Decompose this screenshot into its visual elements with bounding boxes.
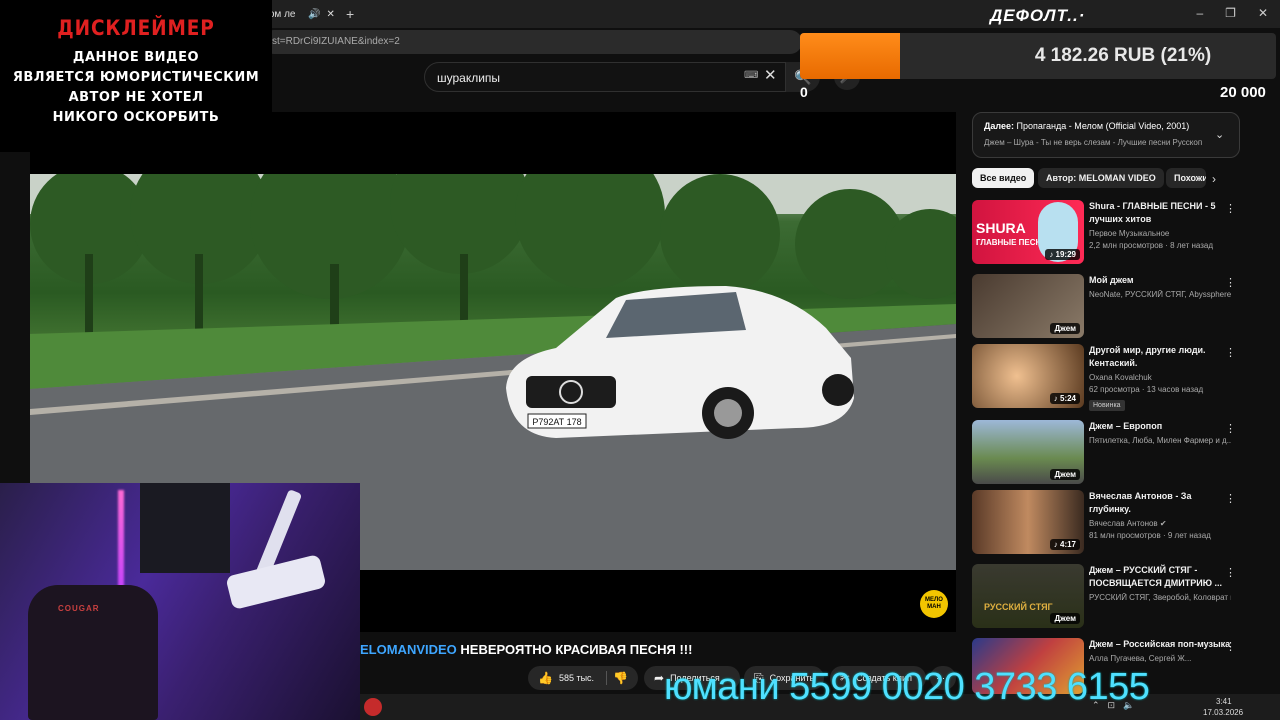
video-thumbnail[interactable]: Джем bbox=[972, 274, 1084, 338]
disclaimer-title: ДИСКЛЕЙМЕР bbox=[57, 16, 215, 40]
browser-tab[interactable]: мом ле 🔊 ✕ bbox=[262, 4, 372, 24]
new-tab-button[interactable]: + bbox=[346, 6, 354, 22]
disclaimer-line: ДАННОЕ ВИДЕО bbox=[72, 50, 200, 65]
video-thumbnail[interactable]: ♪ 5:24 bbox=[972, 344, 1084, 408]
video-title: ELOMANVIDEO НЕВЕРОЯТНО КРАСИВАЯ ПЕСНЯ !!… bbox=[360, 642, 692, 657]
item-title[interactable]: Вячеслав Антонов - За глубинку. bbox=[1089, 490, 1231, 516]
license-plate: Р792АТ 178 bbox=[532, 417, 581, 427]
up-next-subtitle: Джем – Шура - Ты не верь слезам - Лучшие… bbox=[984, 138, 1203, 147]
item-meta: 81 млн просмотров · 9 лет назад bbox=[1089, 531, 1211, 540]
up-next-label: Далее: bbox=[984, 121, 1015, 131]
video-thumbnail[interactable]: Джем bbox=[972, 420, 1084, 484]
like-count: 585 тыс. bbox=[558, 673, 595, 683]
chip-author[interactable]: Автор: MELOMAN VIDEO bbox=[1038, 168, 1164, 188]
channel-name: Вячеслав Антонов bbox=[1089, 519, 1158, 528]
item-channel[interactable]: Пятилетка, Люба, Милен Фармер и д... bbox=[1089, 436, 1231, 445]
thumb-text: SHURA bbox=[976, 220, 1026, 236]
thumb-subtext: ГЛАВНЫЕ ПЕСНИ bbox=[976, 238, 1048, 247]
item-meta: 62 просмотра · 13 часов назад bbox=[1089, 385, 1204, 394]
item-title[interactable]: Shura - ГЛАВНЫЕ ПЕСНИ - 5 лучших хитов bbox=[1089, 200, 1231, 226]
up-next-panel[interactable]: Далее: Пропаганда - Мелом (Official Vide… bbox=[972, 112, 1240, 158]
share-icon: ➦ bbox=[654, 671, 665, 685]
app-icon[interactable] bbox=[364, 698, 382, 716]
item-title[interactable]: Джем – Европоп bbox=[1089, 420, 1231, 433]
goal-start-value: 0 bbox=[800, 84, 808, 100]
chevron-right-icon[interactable]: › bbox=[1212, 172, 1216, 186]
duration-badge: Джем bbox=[1050, 469, 1080, 480]
disclaimer-line: АВТОР НЕ ХОТЕЛ bbox=[68, 90, 204, 105]
more-vert-icon[interactable]: ⋮ bbox=[1225, 640, 1236, 653]
speaker-icon[interactable]: 🔊 bbox=[308, 9, 320, 20]
led-strip bbox=[118, 490, 124, 600]
donation-goal-bar: 4 182.26 RUB (21%) bbox=[800, 33, 1276, 79]
more-vert-icon[interactable]: ⋮ bbox=[1225, 346, 1236, 359]
up-next-title: Пропаганда - Мелом (Official Video, 2001… bbox=[1016, 121, 1190, 131]
channel-logo-badge: МЕЛО МАН bbox=[920, 590, 948, 618]
thumbs-up-icon: 👍 bbox=[538, 671, 553, 685]
search-input[interactable]: шураклипы bbox=[424, 62, 786, 92]
duration-badge: ♪ 19:29 bbox=[1045, 249, 1080, 260]
list-item[interactable]: Джем Джем – Европоп Пятилетка, Люба, Мил… bbox=[972, 420, 1244, 486]
thumbs-down-icon[interactable]: 👎 bbox=[613, 671, 628, 685]
more-vert-icon[interactable]: ⋮ bbox=[1225, 276, 1236, 289]
item-channel[interactable]: Вячеслав Антонов ✔ bbox=[1089, 519, 1231, 528]
close-window-button[interactable]: ✕ bbox=[1258, 6, 1268, 20]
chip-similar[interactable]: Похожие bbox=[1166, 168, 1206, 188]
duration-badge: ♪ 4:17 bbox=[1049, 539, 1080, 550]
item-title[interactable]: Другой мир, другие люди. Кентаский. bbox=[1089, 344, 1231, 370]
chair-brand: COUGAR bbox=[58, 604, 100, 613]
list-item[interactable]: РУССКИЙ СТЯГ Джем Джем – РУССКИЙ СТЯГ - … bbox=[972, 564, 1244, 630]
item-channel[interactable]: Первое Музыкальное bbox=[1089, 229, 1231, 238]
item-meta: 2,2 млн просмотров · 8 лет назад bbox=[1089, 241, 1214, 250]
car-image: Р792АТ 178 bbox=[506, 286, 854, 439]
goal-target-value: 20 000 bbox=[1220, 84, 1266, 101]
clock-date[interactable]: 17.03.2026 bbox=[1203, 708, 1243, 717]
clear-search-icon[interactable]: ✕ bbox=[764, 66, 777, 84]
item-channel[interactable]: NeoNate, РУССКИЙ СТЯГ, Abyssphere и... bbox=[1089, 290, 1231, 299]
goal-name: ДЕФОЛТ..· bbox=[990, 6, 1086, 25]
window-controls: ‒ ❐ ✕ bbox=[1196, 6, 1268, 20]
title-channel-tag[interactable]: ELOMANVIDEO bbox=[360, 642, 457, 657]
more-vert-icon[interactable]: ⋮ bbox=[1225, 202, 1236, 215]
item-channel[interactable]: Oxana Kovalchuk bbox=[1089, 373, 1231, 382]
divider bbox=[606, 671, 608, 685]
duration-badge: Джем bbox=[1050, 323, 1080, 334]
video-thumbnail[interactable]: SHURA ГЛАВНЫЕ ПЕСНИ ♪ 19:29 bbox=[972, 200, 1084, 264]
chevron-down-icon[interactable]: ⌄ bbox=[1215, 128, 1224, 141]
more-vert-icon[interactable]: ⋮ bbox=[1225, 422, 1236, 435]
list-item[interactable]: ♪ 4:17 Вячеслав Антонов - За глубинку. В… bbox=[972, 490, 1244, 556]
item-title[interactable]: Джем – РУССКИЙ СТЯГ - ПОСВЯЩАЕТСЯ ДМИТРИ… bbox=[1089, 564, 1231, 590]
payment-overlay-text: юмани 5599 0020 3733 6155 bbox=[664, 666, 1150, 708]
duration-badge: ♪ 5:24 bbox=[1049, 393, 1080, 404]
list-item[interactable]: ♪ 5:24 Другой мир, другие люди. Кентаски… bbox=[972, 344, 1244, 411]
more-vert-icon[interactable]: ⋮ bbox=[1225, 492, 1236, 505]
donation-amount: 4 182.26 RUB (21%) bbox=[1034, 45, 1212, 66]
address-bar[interactable]: st=RDrCi9IZUIANE&index=2 bbox=[262, 30, 802, 54]
item-title[interactable]: Джем – Российская поп-музыка bbox=[1089, 638, 1231, 651]
verified-icon: ✔ bbox=[1159, 519, 1167, 528]
item-title[interactable]: Мой джем bbox=[1089, 274, 1231, 287]
new-badge: Новинка bbox=[1089, 400, 1125, 411]
item-channel[interactable]: Алла Пугачева, Сергей Ж... bbox=[1089, 654, 1231, 663]
wall-poster bbox=[140, 483, 230, 573]
video-thumbnail[interactable]: РУССКИЙ СТЯГ Джем bbox=[972, 564, 1084, 628]
chip-all[interactable]: Все видео bbox=[972, 168, 1035, 188]
like-button[interactable]: 👍 585 тыс. 👎 bbox=[528, 666, 638, 690]
list-item[interactable]: SHURA ГЛАВНЫЕ ПЕСНИ ♪ 19:29 Shura - ГЛАВ… bbox=[972, 200, 1244, 266]
maximize-button[interactable]: ❐ bbox=[1225, 6, 1236, 20]
disclaimer-overlay: ДИСКЛЕЙМЕР ДАННОЕ ВИДЕО ЯВЛЯЕТСЯ ЮМОРИСТ… bbox=[0, 0, 272, 152]
minimize-button[interactable]: ‒ bbox=[1196, 6, 1203, 20]
thumb-text: РУССКИЙ СТЯГ bbox=[984, 602, 1053, 612]
title-text: НЕВЕРОЯТНО КРАСИВАЯ ПЕСНЯ !!! bbox=[460, 642, 693, 657]
item-channel[interactable]: РУССКИЙ СТЯГ, Зверобой, Коловрат и... bbox=[1089, 593, 1231, 602]
clock-time[interactable]: 3:41 bbox=[1216, 697, 1232, 706]
tab-close-icon[interactable]: ✕ bbox=[326, 9, 334, 20]
disclaimer-line: НИКОГО ОСКОРБИТЬ bbox=[52, 110, 220, 125]
disclaimer-line: ЯВЛЯЕТСЯ ЮМОРИСТИЧЕСКИМ bbox=[12, 70, 260, 85]
keyboard-icon[interactable]: ⌨ bbox=[744, 70, 758, 81]
more-vert-icon[interactable]: ⋮ bbox=[1225, 566, 1236, 579]
list-item[interactable]: Джем Мой джем NeoNate, РУССКИЙ СТЯГ, Aby… bbox=[972, 274, 1244, 340]
duration-badge: Джем bbox=[1050, 613, 1080, 624]
video-thumbnail[interactable]: ♪ 4:17 bbox=[972, 490, 1084, 554]
